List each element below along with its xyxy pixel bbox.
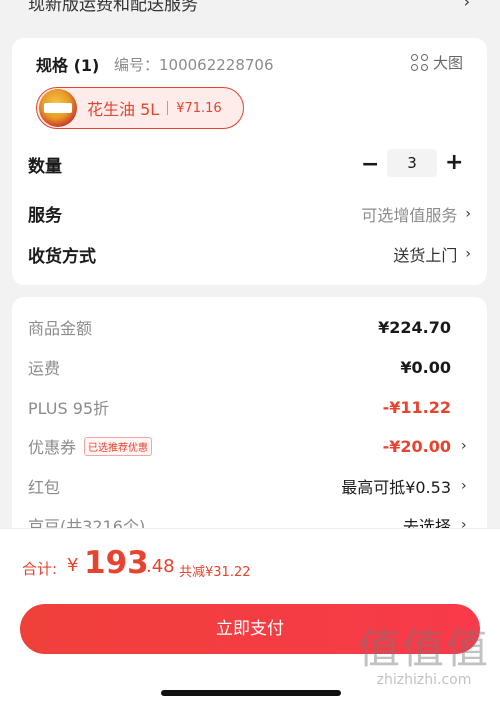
price-row-red-packet[interactable]: 红包 最高可抵¥0.53 › <box>28 474 471 498</box>
big-image-label: 大图 <box>432 54 463 72</box>
delivery-label: 收货方式 <box>28 247 96 267</box>
spec-card: 规格 (1) 编号：100062228706 大图 花生油 5L ¥71.16 … <box>12 38 487 285</box>
total-amount-integer: 193 <box>84 545 149 581</box>
delivery-selector[interactable]: 送货上门 › <box>393 242 471 266</box>
product-thumbnail <box>39 89 77 127</box>
price-row-label: 商品金额 <box>28 319 93 338</box>
watermark-url: zhizhizhi.com <box>376 672 472 688</box>
big-image-button[interactable]: 大图 <box>410 52 463 73</box>
price-row-shipping: 运费 ¥0.00 › <box>28 355 471 379</box>
spec-option-name: 花生油 5L <box>87 100 160 119</box>
watermark: 值值值 zhizhizhi.com <box>357 624 490 689</box>
quantity-minus-button[interactable]: − <box>361 152 379 177</box>
price-row-label: 红包 <box>28 478 61 497</box>
price-row-goods: 商品金额 ¥224.70 › <box>28 315 471 339</box>
price-row-coupon[interactable]: 优惠券 已选推荐优惠 -¥20.00 › <box>28 434 471 458</box>
total-currency: ¥ <box>67 555 79 576</box>
spec-option-chip[interactable]: 花生油 5L ¥71.16 <box>36 87 244 129</box>
top-strip-text: 现新版运费和配送服务 <box>28 0 198 15</box>
service-selector[interactable]: 可选增值服务 › <box>361 202 471 226</box>
price-row-plus-discount: PLUS 95折 -¥11.22 › <box>28 395 471 419</box>
price-row-value: 最高可抵¥0.53 <box>341 478 451 497</box>
spec-option-price: ¥71.16 <box>176 100 222 116</box>
checkout-footer: 合计: ¥ 193 .48 共减¥31.22 立即支付 值值值 zhizhizh… <box>0 528 500 706</box>
quantity-label: 数量 <box>28 157 62 177</box>
chevron-right-icon: › <box>465 246 471 262</box>
quantity-plus-button[interactable]: + <box>445 150 463 175</box>
total-label: 合计: <box>22 560 58 578</box>
quantity-input[interactable]: 3 <box>387 149 437 177</box>
price-row-label: 优惠券 <box>28 438 77 457</box>
price-row-label: PLUS 95折 <box>28 399 110 418</box>
price-row-value: ¥224.70 <box>378 317 451 337</box>
coupon-tag: 已选推荐优惠 <box>84 436 153 456</box>
chip-divider <box>167 101 169 115</box>
home-indicator <box>161 690 341 696</box>
total-saved: 共减¥31.22 <box>179 565 251 580</box>
watermark-glyphs: 值值值 <box>357 624 490 673</box>
chevron-right-icon: › <box>461 478 467 494</box>
service-value: 可选增值服务 <box>361 206 458 225</box>
service-label: 服务 <box>28 206 62 226</box>
product-code: 编号：100062228706 <box>114 56 274 74</box>
chevron-right-icon: › <box>465 206 471 222</box>
delivery-value: 送货上门 <box>393 246 458 265</box>
price-row-value: ¥0.00 <box>400 357 451 377</box>
price-row-value: -¥11.22 <box>382 397 451 417</box>
chevron-right-icon: › <box>463 0 470 11</box>
price-card: 商品金额 ¥224.70 › 运费 ¥0.00 › PLUS 95折 -¥11.… <box>12 297 487 537</box>
total-amount-decimal: .48 <box>146 556 175 577</box>
spec-header: 规格 (1) <box>36 56 100 75</box>
price-row-label: 运费 <box>28 359 61 378</box>
top-strip: 现新版运费和配送服务 › <box>0 0 500 38</box>
grid-icon <box>410 54 428 71</box>
price-row-value: -¥20.00 <box>382 436 451 456</box>
chevron-right-icon: › <box>461 438 467 454</box>
